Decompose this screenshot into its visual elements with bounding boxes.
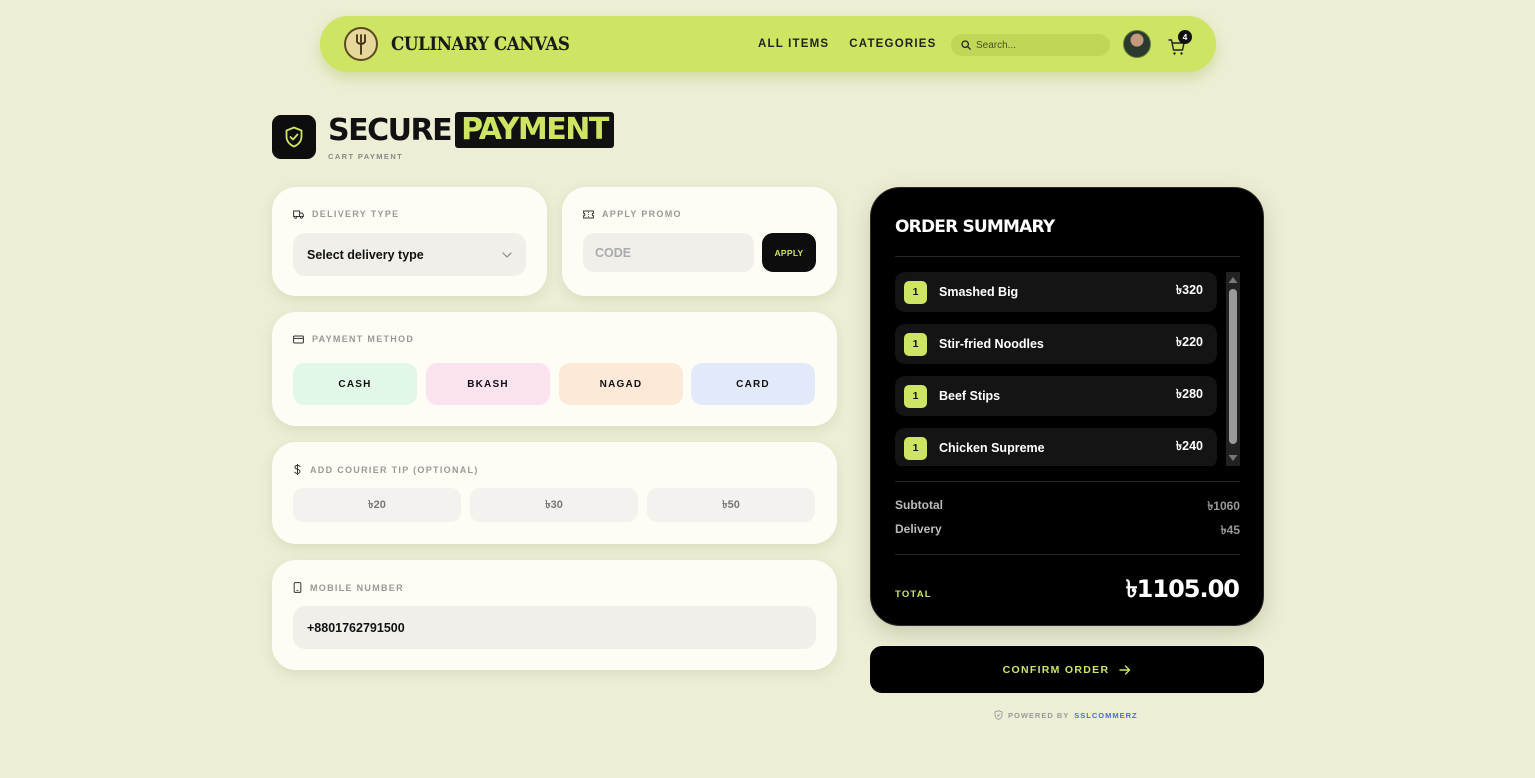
promo-label-text: APPLY PROMO (602, 209, 682, 219)
item-quantity: 1 (904, 384, 927, 408)
courier-tip-label: ADD COURIER TIP (OPTIONAL) (293, 464, 479, 475)
item-name: Beef Stips (939, 389, 1001, 403)
item-name: Smashed Big (939, 285, 1019, 299)
navbar: CULINARY CANVAS ALL ITEMS CATEGORIES 4 (320, 16, 1216, 72)
scroll-up-icon[interactable] (1226, 274, 1240, 286)
delivery-type-select[interactable]: Select delivery type (293, 233, 526, 276)
courier-tip-card: ADD COURIER TIP (OPTIONAL) ৳20 ৳30 ৳50 (272, 442, 837, 544)
credit-card-icon (293, 335, 304, 343)
order-items-scrollbar[interactable] (1226, 272, 1240, 466)
subtotal-row: Subtotal ৳1060 (895, 498, 1240, 518)
powered-by: POWERED BY SSLCOMMERZ (994, 710, 1138, 720)
payment-method-label-text: PAYMENT METHOD (312, 334, 415, 344)
item-price: ৳320 (1175, 283, 1203, 297)
total-value: ৳1105.00 (1125, 575, 1240, 603)
shield-icon (994, 710, 1003, 720)
avatar[interactable] (1123, 30, 1151, 58)
apply-promo-button[interactable]: APPLY (762, 233, 816, 272)
nav-link-categories[interactable]: CATEGORIES (849, 38, 936, 50)
ticket-icon (583, 210, 594, 218)
payment-nagad-button[interactable]: NAGAD (559, 363, 683, 405)
promo-label: APPLY PROMO (583, 209, 682, 219)
powered-by-prefix: POWERED BY (1008, 710, 1070, 720)
delivery-type-value: Select delivery type (307, 247, 424, 262)
search-input[interactable] (976, 39, 1096, 51)
divider (895, 554, 1240, 555)
payment-method-card: PAYMENT METHOD CASH BKASH NAGAD CARD (272, 312, 837, 426)
tip-option-50[interactable]: ৳50 (647, 488, 815, 522)
total-label: TOTAL (895, 589, 932, 600)
divider (895, 481, 1240, 482)
subtotal-value: ৳1060 (1207, 499, 1240, 513)
item-price: ৳280 (1175, 387, 1203, 401)
fork-logo-icon[interactable] (344, 27, 378, 61)
item-name: Chicken Supreme (939, 441, 1045, 455)
page-subtitle: CART PAYMENT (328, 152, 404, 161)
payment-cash-label: CASH (338, 378, 372, 390)
cart-button[interactable]: 4 (1168, 30, 1192, 56)
payment-card-button[interactable]: CARD (691, 363, 815, 405)
tip-option-30[interactable]: ৳30 (470, 488, 638, 522)
order-item: 1 Chicken Supreme ৳240 (895, 428, 1217, 466)
order-item: 1 Beef Stips ৳280 (895, 376, 1217, 416)
payment-nagad-label: NAGAD (599, 378, 643, 390)
chevron-down-icon (502, 251, 512, 258)
phone-icon (293, 582, 302, 593)
search-icon (961, 40, 971, 50)
mobile-number-label-text: MOBILE NUMBER (310, 582, 404, 593)
mobile-number-input[interactable] (293, 606, 816, 649)
promo-code-input[interactable] (583, 233, 754, 272)
truck-icon (293, 210, 304, 219)
order-items-list[interactable]: 1 Smashed Big ৳320 1 Stir-fried Noodles … (895, 272, 1217, 466)
item-quantity: 1 (904, 280, 927, 304)
delivery-fee-row: Delivery ৳45 (895, 522, 1240, 542)
page-title: SECURE PAYMENT (328, 112, 614, 148)
item-quantity: 1 (904, 436, 927, 460)
scrollbar-thumb[interactable] (1229, 289, 1237, 444)
mobile-number-card: MOBILE NUMBER (272, 560, 837, 670)
payment-card-label: CARD (736, 378, 770, 390)
nav-links: ALL ITEMS CATEGORIES (758, 16, 936, 72)
search-box[interactable] (951, 34, 1110, 56)
powered-by-brand[interactable]: SSLCOMMERZ (1074, 711, 1137, 720)
payment-cash-button[interactable]: CASH (293, 363, 417, 405)
promo-card: APPLY PROMO APPLY (562, 187, 837, 296)
item-price: ৳240 (1175, 439, 1203, 453)
payment-bkash-label: BKASH (467, 378, 509, 390)
cart-count-badge: 4 (1178, 30, 1192, 44)
order-summary-title: ORDER SUMMARY (895, 217, 1055, 237)
brand-name[interactable]: CULINARY CANVAS (391, 33, 570, 55)
delivery-fee-value: ৳45 (1220, 523, 1240, 537)
delivery-type-card: DELIVERY TYPE Select delivery type (272, 187, 547, 296)
shield-check-icon (285, 126, 303, 148)
dollar-icon (294, 464, 301, 475)
subtotal-label: Subtotal (895, 498, 943, 512)
confirm-order-button[interactable]: CONFIRM ORDER (870, 646, 1264, 693)
divider (895, 256, 1240, 257)
payment-bkash-button[interactable]: BKASH (426, 363, 550, 405)
page-title-main: SECURE (328, 112, 453, 148)
delivery-type-label: DELIVERY TYPE (293, 209, 399, 219)
order-summary-panel: ORDER SUMMARY 1 Smashed Big ৳320 1 Stir-… (870, 187, 1264, 626)
arrow-right-icon (1119, 664, 1131, 675)
mobile-number-label: MOBILE NUMBER (293, 582, 404, 593)
order-item: 1 Smashed Big ৳320 (895, 272, 1217, 312)
confirm-order-label: CONFIRM ORDER (1002, 663, 1110, 676)
item-price: ৳220 (1175, 335, 1203, 349)
item-quantity: 1 (904, 332, 927, 356)
delivery-type-label-text: DELIVERY TYPE (312, 209, 400, 219)
scroll-down-icon[interactable] (1226, 452, 1240, 464)
item-name: Stir-fried Noodles (939, 337, 1044, 351)
courier-tip-label-text: ADD COURIER TIP (OPTIONAL) (310, 464, 479, 475)
nav-link-all-items[interactable]: ALL ITEMS (758, 38, 829, 50)
page-title-highlight: PAYMENT (455, 112, 614, 148)
delivery-fee-label: Delivery (895, 522, 942, 536)
tip-option-20[interactable]: ৳20 (293, 488, 461, 522)
payment-method-label: PAYMENT METHOD (293, 334, 414, 344)
order-item: 1 Stir-fried Noodles ৳220 (895, 324, 1217, 364)
secure-shield-badge (272, 115, 316, 159)
